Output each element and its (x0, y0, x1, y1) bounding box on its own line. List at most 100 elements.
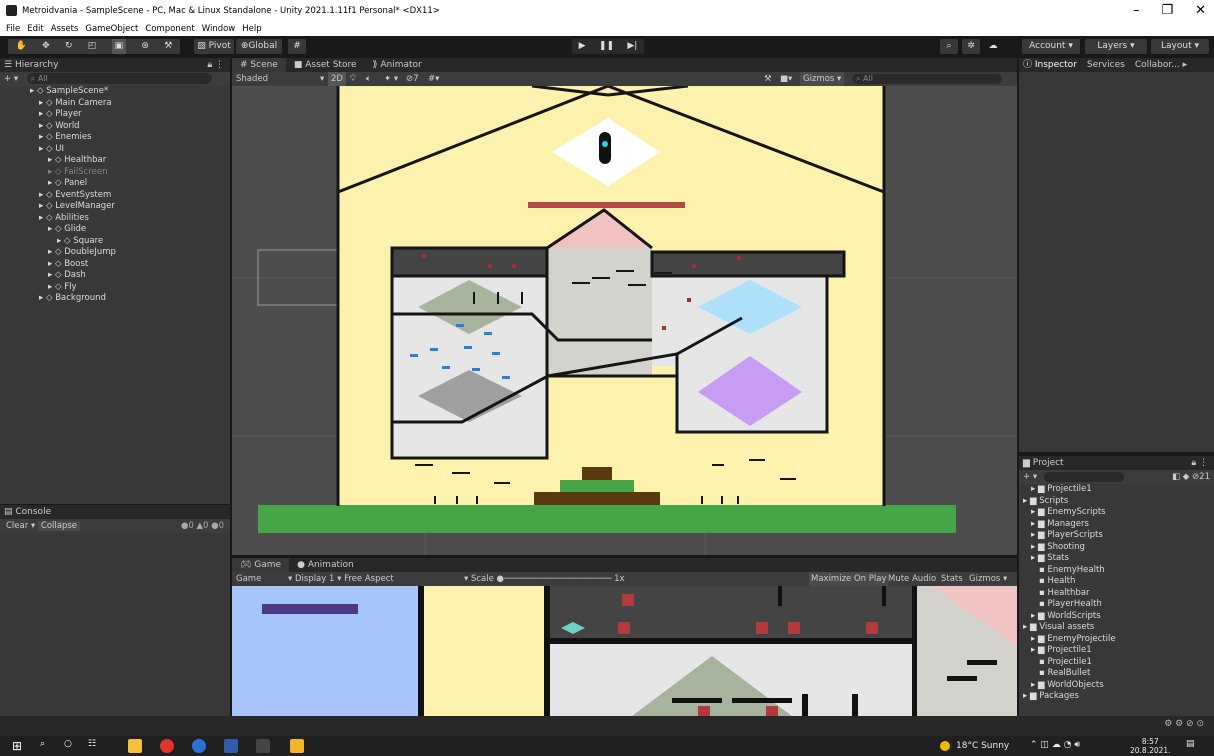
layout-dropdown[interactable]: Layout ▾ (1151, 39, 1209, 54)
tab-services[interactable]: Services (1087, 58, 1125, 72)
display-dropdown[interactable]: ▾ Display 1 ▾ Free Aspect (288, 572, 394, 586)
tray-icons[interactable]: ⌃ ◫ ☁ ◔ 🔊︎ (1030, 740, 1080, 750)
pause-icon[interactable]: ❚❚ (599, 39, 614, 54)
hierarchy-search-input[interactable]: ⌕ All (26, 73, 212, 84)
scale-tool-icon[interactable]: ◰ (88, 39, 97, 54)
rotate-tool-icon[interactable]: ↻ (65, 39, 73, 54)
game-dropdown[interactable]: Game (236, 574, 261, 584)
tab-collaborate[interactable]: Collabor... ▸ (1135, 58, 1187, 72)
menu-help[interactable]: Help (242, 24, 261, 36)
grid-icon[interactable]: #▾ (428, 72, 439, 86)
move-tool-icon[interactable]: ✥ (42, 39, 50, 54)
project-item[interactable]: ▸ ▆ Visual assets (1019, 622, 1214, 634)
project-add-icon[interactable]: + ▾ (1023, 472, 1037, 482)
close-button[interactable]: ✕ (1195, 3, 1206, 18)
scene-search-input[interactable]: ⌕ All (852, 74, 1002, 84)
sublime-icon[interactable] (290, 739, 304, 753)
project-item[interactable]: ▸ ▆ WorldScripts (1019, 611, 1214, 623)
mute-audio-button[interactable]: Mute Audio (888, 572, 936, 586)
scale-slider[interactable]: ▾ Scale ●───────────────────── 1x (464, 572, 625, 586)
tab-game[interactable]: 🎮︎ Game (232, 558, 290, 572)
stats-button[interactable]: Stats (941, 572, 963, 586)
project-item[interactable]: ▸ ▆ Shooting (1019, 542, 1214, 554)
hierarchy-item[interactable]: ▸ ◇ Player (0, 109, 230, 121)
lock-icon[interactable]: 🔒︎ ⋮ (207, 58, 224, 72)
collapse-button[interactable]: Collapse (37, 521, 81, 531)
minimize-button[interactable]: – (1133, 3, 1140, 18)
hierarchy-title[interactable]: Hierarchy (15, 60, 59, 70)
project-item[interactable]: ▸ ▆ EnemyScripts (1019, 507, 1214, 519)
collab-icon[interactable]: ✲ (962, 39, 980, 54)
menu-assets[interactable]: Assets (51, 24, 79, 36)
game-canvas[interactable] (232, 586, 1017, 716)
tab-asset-store[interactable]: ■ Asset Store (286, 58, 365, 72)
hierarchy-item[interactable]: ▸ ◇ FailScreen (0, 167, 230, 179)
menu-gameobject[interactable]: GameObject (85, 24, 138, 36)
grid-snap-icon[interactable]: # (288, 39, 306, 54)
hierarchy-item[interactable]: ▸ ◇ LevelManager (0, 201, 230, 213)
hierarchy-item[interactable]: ▸ ◇ Fly (0, 282, 230, 294)
hierarchy-item[interactable]: ▸ ◇ Background (0, 293, 230, 305)
clock[interactable]: 8:57 20.8.2021. (1130, 737, 1171, 755)
step-icon[interactable]: ▶| (627, 39, 637, 54)
project-item[interactable]: ▪ PlayerHealth (1019, 599, 1214, 611)
add-icon[interactable]: + ▾ (4, 74, 18, 84)
status-icons[interactable]: ⚙ ⚙ ⊘ ⊙ (1164, 719, 1204, 729)
scene-view[interactable] (232, 86, 1017, 555)
project-item[interactable]: ▸ ▆ Projectile1 (1019, 484, 1214, 496)
hierarchy-item[interactable]: ▸ ◇ World (0, 121, 230, 133)
tab-animation[interactable]: ● Animation (289, 558, 362, 572)
hierarchy-item[interactable]: ▸ ◇ Main Camera (0, 98, 230, 110)
project-item[interactable]: ▸ ▆ Packages (1019, 691, 1214, 703)
hierarchy-item[interactable]: ▸ ◇ EventSystem (0, 190, 230, 202)
hierarchy-item[interactable]: ▸ ◇ Glide (0, 224, 230, 236)
project-item[interactable]: ▸ ▆ Projectile1 (1019, 645, 1214, 657)
cloud-icon[interactable]: ☁ (984, 39, 1002, 54)
hierarchy-item[interactable]: ▸ ◇ Boost (0, 259, 230, 271)
global-button[interactable]: ⊕Global (236, 39, 282, 54)
custom-tool-icon[interactable]: ⚒ (164, 39, 172, 54)
console-title[interactable]: Console (15, 507, 51, 517)
maximize-on-play-button[interactable]: Maximize On Play (809, 572, 889, 586)
lighting-icon[interactable]: 💡︎ (350, 72, 356, 86)
hierarchy-item[interactable]: ▸ ◇ Square (0, 236, 230, 248)
hierarchy-item[interactable]: ▸ ◇ Panel (0, 178, 230, 190)
project-item[interactable]: ▪ RealBullet (1019, 668, 1214, 680)
tab-scene[interactable]: # Scene (232, 58, 286, 72)
hierarchy-item[interactable]: ▸ ◇ DoubleJump (0, 247, 230, 259)
windows-start-icon[interactable]: ⊞ (12, 739, 26, 753)
project-item[interactable]: ▸ ▆ PlayerScripts (1019, 530, 1214, 542)
hierarchy-item[interactable]: ▸ ◇ SampleScene* (0, 86, 230, 98)
chrome-icon[interactable] (160, 739, 174, 753)
hierarchy-item[interactable]: ▸ ◇ Enemies (0, 132, 230, 144)
menu-edit[interactable]: Edit (27, 24, 43, 36)
effects-icon[interactable]: ✦ ▾ (384, 72, 398, 86)
project-item[interactable]: ▪ Health (1019, 576, 1214, 588)
play-icon[interactable]: ▶ (579, 39, 586, 54)
camera-icon[interactable]: ■▾ (780, 72, 792, 86)
menu-component[interactable]: Component (145, 24, 194, 36)
account-dropdown[interactable]: Account ▾ (1022, 39, 1080, 54)
project-lock-icon[interactable]: 🔒︎ ⋮ (1191, 456, 1208, 470)
menu-window[interactable]: Window (202, 24, 236, 36)
hierarchy-item[interactable]: ▸ ◇ Dash (0, 270, 230, 282)
project-title[interactable]: Project (1033, 458, 1064, 468)
scene-canvas[interactable] (232, 86, 1017, 555)
hand-tool-icon[interactable]: ✋ (16, 39, 27, 54)
widgets-icon[interactable]: ☷ (88, 739, 102, 753)
gizmos-dropdown[interactable]: Gizmos ▾ (800, 72, 845, 86)
project-filter-icons[interactable]: ◧ ◆ ⊘21 (1172, 470, 1210, 484)
game-view[interactable] (232, 586, 1017, 716)
project-item[interactable]: ▪ Healthbar (1019, 588, 1214, 600)
game-gizmos-dropdown[interactable]: Gizmos ▾ (969, 572, 1007, 586)
project-item[interactable]: ▪ Projectile1 (1019, 657, 1214, 669)
project-item[interactable]: ▸ ▆ EnemyProjectile (1019, 634, 1214, 646)
weather-text[interactable]: 18°C Sunny (956, 741, 1009, 751)
word-icon[interactable] (224, 739, 238, 753)
file-explorer-icon[interactable] (128, 739, 142, 753)
pivot-button[interactable]: ▨ Pivot (194, 39, 234, 54)
unity-taskbar-icon[interactable] (256, 739, 270, 753)
rect-tool-icon[interactable]: ▣ (111, 39, 127, 54)
hierarchy-item[interactable]: ▸ ◇ UI (0, 144, 230, 156)
qbittorrent-icon[interactable] (192, 739, 206, 753)
